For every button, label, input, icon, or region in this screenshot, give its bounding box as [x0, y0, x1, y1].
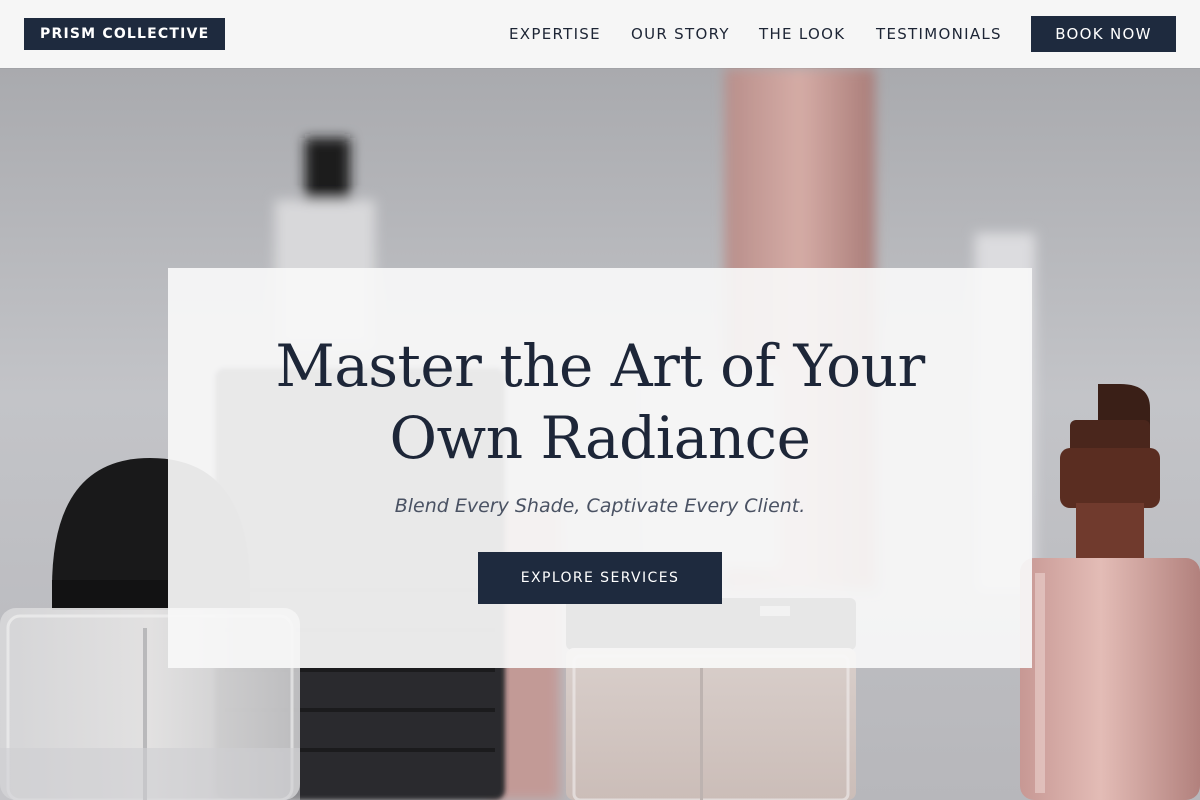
- hero-tagline: Blend Every Shade, Captivate Every Clien…: [394, 495, 806, 517]
- hero-headline-line2: Own Radiance: [389, 404, 812, 472]
- site-header: PRISM COLLECTIVE EXPERTISE OUR STORY THE…: [0, 0, 1200, 68]
- nav-link-testimonials[interactable]: TESTIMONIALS: [876, 24, 1002, 44]
- nav-link-expertise[interactable]: EXPERTISE: [509, 24, 601, 44]
- nav-link-the-look[interactable]: THE LOOK: [759, 24, 845, 44]
- book-now-button[interactable]: BOOK NOW: [1031, 16, 1176, 52]
- hero-section: Master the Art of Your Own Radiance Blend…: [0, 68, 1200, 800]
- hero-card: Master the Art of Your Own Radiance Blend…: [168, 268, 1032, 668]
- explore-services-button[interactable]: EXPLORE SERVICES: [478, 552, 722, 604]
- hero-headline: Master the Art of Your Own Radiance: [168, 330, 1032, 474]
- nav-link-our-story[interactable]: OUR STORY: [631, 24, 730, 44]
- hero-headline-line1: Master the Art of Your: [275, 332, 925, 400]
- brand-logo[interactable]: PRISM COLLECTIVE: [24, 18, 226, 50]
